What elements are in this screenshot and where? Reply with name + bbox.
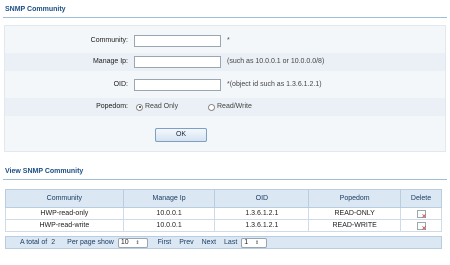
per-page-select[interactable]: 10 ⇕ [117,237,148,248]
col-header-manage-ip: Manage Ip [122,189,216,208]
section-title-snmp-community: SNMP Community [5,6,66,13]
snmp-community-form: Community: * Manage Ip: (such as 10.0.0.… [4,25,446,152]
cell-delete [400,219,442,232]
cell-manage-ip: 10.0.0.1 [122,207,216,220]
col-header-delete: Delete [400,189,442,208]
per-page-value: 10 [120,238,129,246]
ok-button[interactable]: OK [155,128,207,142]
next-page-link[interactable]: Next [202,239,216,246]
delete-icon[interactable] [416,221,427,232]
community-row: Community: * [5,32,445,50]
last-page-link[interactable]: Last [224,239,237,246]
snmp-community-table: Community Manage Ip OID Popedom Delete H… [5,189,442,232]
pagination-bar: A total of 2 Per page show 10 ⇕ First Pr… [5,236,442,249]
community-input[interactable] [134,35,221,47]
section-divider-2 [3,179,447,180]
cell-community: HWP-read-only [5,207,124,220]
col-header-oid: OID [214,189,310,208]
table-row: HWP-read-write 10.0.0.1 1.3.6.1.2.1 READ… [5,219,442,232]
cell-oid: 1.3.6.1.2.1 [214,207,310,220]
cell-popedom: READ-WRITE [308,219,402,232]
page-select[interactable]: 1 ⇕ [241,237,268,248]
popedom-label: Popedom: [96,103,128,110]
section-title-view-snmp-community: View SNMP Community [5,168,84,175]
manage-ip-input[interactable] [134,56,221,68]
col-header-popedom: Popedom [308,189,402,208]
radio-read-only[interactable] [136,103,143,111]
manage-ip-row: Manage Ip: (such as 10.0.0.1 or 10.0.0.0… [5,53,445,71]
updown-arrow-icon: ⇕ [135,239,140,246]
community-label: Community: [90,37,128,44]
manage-ip-label: Manage Ip: [92,58,128,65]
total-label: A total of [20,239,48,246]
oid-hint: *(object id such as 1.3.6.1.2.1) [227,81,322,88]
table-header-row: Community Manage Ip OID Popedom Delete [5,189,442,208]
cell-delete [400,207,442,220]
popedom-read-only-option[interactable]: Read Only [136,101,178,113]
per-page-label: Per page show [67,239,114,246]
prev-page-link[interactable]: Prev [179,239,193,246]
cell-oid: 1.3.6.1.2.1 [214,219,310,232]
oid-input[interactable] [134,79,221,91]
cell-popedom: READ-ONLY [308,207,402,220]
col-header-community: Community [5,189,124,208]
read-only-label: Read Only [145,103,179,110]
cell-community: HWP-read-write [5,219,124,232]
page-value: 1 [244,238,249,246]
manage-ip-hint: (such as 10.0.0.1 or 10.0.0.0/8) [227,58,325,65]
popedom-row: Popedom: Read Only Read/Write [5,98,445,116]
table-row: HWP-read-only 10.0.0.1 1.3.6.1.2.1 READ-… [5,207,442,220]
total-count: 2 [51,239,56,246]
community-required-mark: * [227,37,230,44]
updown-arrow-icon: ⇕ [255,239,260,246]
radio-read-write[interactable] [208,103,215,111]
oid-row: OID: *(object id such as 1.3.6.1.2.1) [5,76,445,94]
delete-icon[interactable] [416,209,427,220]
first-page-link[interactable]: First [158,239,172,246]
popedom-read-write-option[interactable]: Read/Write [208,101,252,113]
section-divider [3,17,447,18]
cell-manage-ip: 10.0.0.1 [122,219,216,232]
oid-label: OID: [113,81,128,88]
read-write-label: Read/Write [217,103,252,110]
